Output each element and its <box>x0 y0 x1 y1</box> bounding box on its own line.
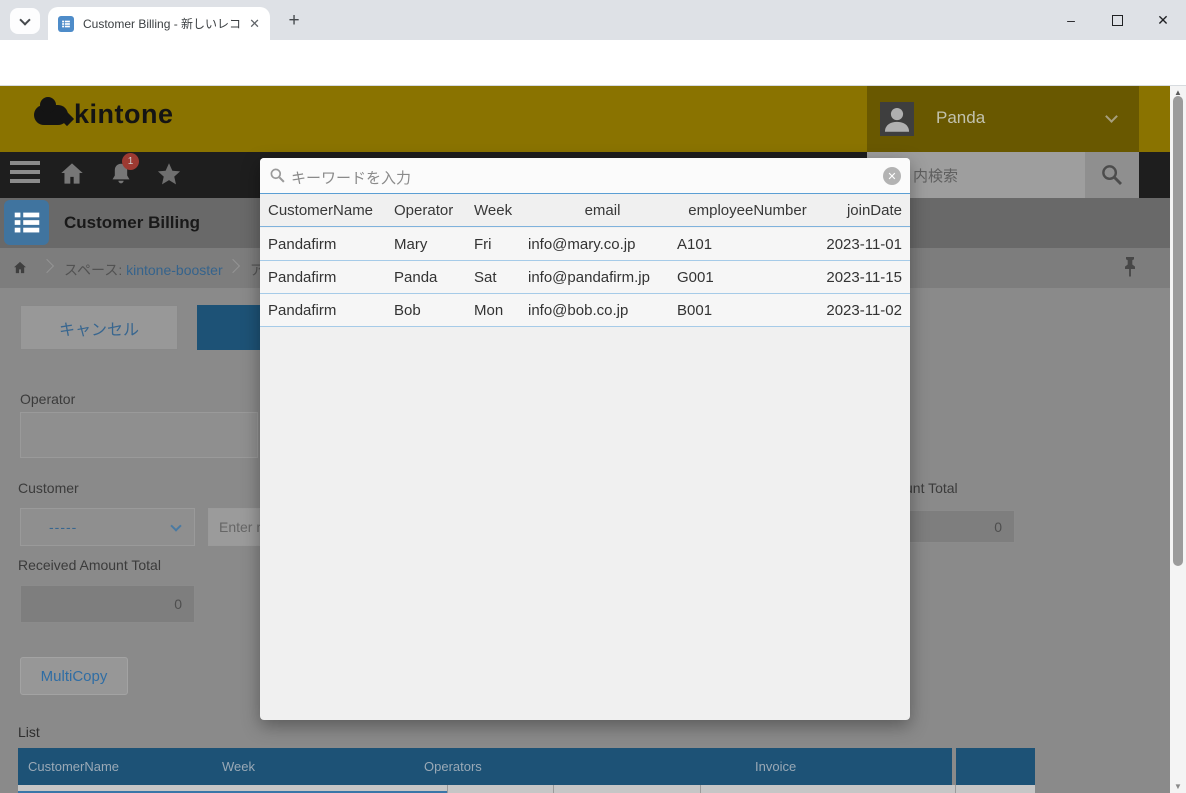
hamburger-menu-icon[interactable] <box>10 161 40 188</box>
clear-search-icon[interactable]: ✕ <box>883 167 901 185</box>
modal-search-placeholder: キーワードを入力 <box>291 167 411 188</box>
chevron-down-icon <box>170 520 181 531</box>
breadcrumb-space-link[interactable]: kintone-booster <box>126 262 223 278</box>
list-col-week: Week <box>222 759 255 774</box>
user-name: Panda <box>936 108 985 128</box>
browser-tab[interactable]: Customer Billing - 新しいレコード ✕ <box>48 7 270 40</box>
chevron-down-icon <box>1105 110 1118 123</box>
notifications-bell-icon[interactable]: 1 <box>108 160 134 193</box>
portal-home-icon[interactable] <box>58 160 86 192</box>
maximize-icon <box>1112 15 1123 26</box>
table-row[interactable]: Pandafirm Mary Fri info@mary.co.jp A101 … <box>260 228 910 261</box>
table-row[interactable]: Pandafirm Panda Sat info@pandafirm.jp G0… <box>260 261 910 294</box>
cloud-icon <box>34 105 68 125</box>
list-table-row-partial[interactable] <box>18 785 1035 793</box>
list-col-customername: CustomerName <box>28 759 119 774</box>
list-table-header-end <box>956 748 1035 785</box>
page-scrollbar[interactable]: ▲ ▼ <box>1170 86 1186 793</box>
customer-label: Customer <box>18 480 79 496</box>
list-col-invoice: Invoice <box>755 759 796 774</box>
amount-total-input: 0 <box>905 510 1015 543</box>
app-title: Customer Billing <box>64 213 200 233</box>
user-avatar <box>880 102 914 136</box>
kintone-logo[interactable]: kintone <box>34 99 174 130</box>
list-col-operators: Operators <box>424 759 482 774</box>
app-icon[interactable] <box>4 200 49 245</box>
amount-total-label-fragment: unt Total <box>905 480 958 496</box>
customer-name-input[interactable]: Enter r <box>208 508 260 546</box>
customer-select[interactable]: ----- <box>20 508 195 546</box>
customer-select-placeholder: ----- <box>49 519 77 535</box>
in-app-search-text: 内検索 <box>913 165 958 186</box>
tab-strip: Customer Billing - 新しいレコード ✕ + – ✕ <box>0 0 1186 40</box>
new-tab-button[interactable]: + <box>282 9 306 33</box>
breadcrumb-separator <box>226 259 240 273</box>
tab-title: Customer Billing - 新しいレコード <box>83 15 241 32</box>
lookup-modal: キーワードを入力 ✕ CustomerName Operator Week em… <box>260 158 910 720</box>
maximize-button[interactable] <box>1094 0 1140 40</box>
breadcrumb-home-icon[interactable] <box>12 260 28 280</box>
chevron-down-icon <box>19 14 30 25</box>
favorites-star-icon[interactable] <box>155 160 183 193</box>
kintone-favicon-icon <box>58 16 74 32</box>
scrollbar-thumb[interactable] <box>1173 96 1183 566</box>
pin-icon[interactable] <box>1123 256 1137 283</box>
amount-total-value: 0 <box>994 519 1002 535</box>
col-customername: CustomerName <box>268 202 394 219</box>
received-amount-input: 0 <box>20 585 195 623</box>
breadcrumb-space: スペース: kintone-booster <box>64 260 223 280</box>
modal-table-header: CustomerName Operator Week email employe… <box>260 194 910 227</box>
multicopy-button[interactable]: MultiCopy <box>20 657 128 695</box>
user-menu[interactable]: Panda <box>867 86 1139 152</box>
col-operator: Operator <box>394 202 474 219</box>
search-icon <box>269 167 286 189</box>
kintone-logo-text: kintone <box>74 99 174 130</box>
minimize-button[interactable]: – <box>1048 0 1094 40</box>
in-app-search-button[interactable] <box>1085 152 1139 198</box>
received-amount-label: Received Amount Total <box>18 557 161 573</box>
col-email: email <box>528 202 677 219</box>
operator-label: Operator <box>20 391 75 407</box>
breadcrumb-separator <box>40 259 54 273</box>
browser-toolbar: ← → pandafirm.cybozu.com/k/3121/edit ☆ S… <box>0 40 1186 86</box>
list-label: List <box>18 724 40 740</box>
operator-input[interactable] <box>20 412 258 458</box>
modal-search-bar[interactable]: キーワードを入力 ✕ <box>260 158 910 194</box>
col-joindate: joinDate <box>818 202 902 219</box>
scroll-down-icon[interactable]: ▼ <box>1170 782 1186 791</box>
table-row[interactable]: Pandafirm Bob Mon info@bob.co.jp B001 20… <box>260 294 910 327</box>
col-week: Week <box>474 202 528 219</box>
save-button-partial[interactable] <box>197 305 260 350</box>
modal-table-body: Pandafirm Mary Fri info@mary.co.jp A101 … <box>260 228 910 327</box>
list-table-header: CustomerName Week Operators Invoice <box>18 748 952 785</box>
close-tab-icon[interactable]: ✕ <box>249 16 260 32</box>
cancel-button[interactable]: キャンセル <box>20 305 178 350</box>
customer-name-placeholder: Enter r <box>219 519 261 535</box>
received-amount-value: 0 <box>174 596 182 612</box>
close-window-button[interactable]: ✕ <box>1140 0 1186 40</box>
col-employeenumber: employeeNumber <box>677 202 818 219</box>
notification-badge: 1 <box>122 153 139 170</box>
kintone-header: kintone Panda <box>0 86 1170 152</box>
tab-search-button[interactable] <box>10 8 40 34</box>
